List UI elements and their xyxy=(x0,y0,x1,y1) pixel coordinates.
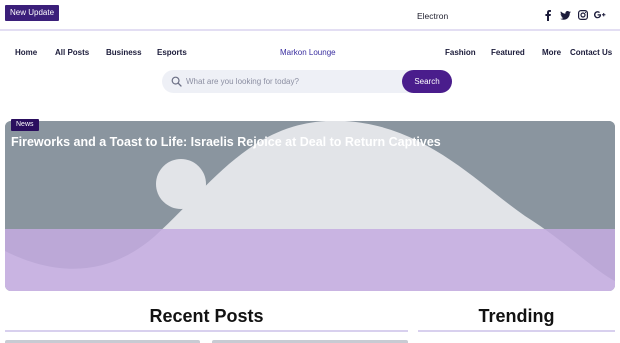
nav-all-posts[interactable]: All Posts xyxy=(55,44,89,62)
nav-more[interactable]: More xyxy=(542,44,561,62)
news-ticker-text[interactable]: Electron xyxy=(417,11,448,21)
hero-caption-overlay xyxy=(5,229,615,291)
new-update-badge[interactable]: New Update xyxy=(5,5,60,21)
site-brand-link[interactable]: Markon Lounge xyxy=(280,44,336,62)
nav-contact-us[interactable]: Contact Us xyxy=(570,44,612,62)
search-input[interactable] xyxy=(186,70,396,93)
facebook-icon[interactable] xyxy=(543,8,553,22)
recent-posts-divider xyxy=(5,330,408,332)
nav-fashion[interactable]: Fashion xyxy=(445,44,476,62)
recent-posts-section: Recent Posts xyxy=(5,304,408,328)
google-plus-icon[interactable] xyxy=(594,8,606,22)
main-nav: Home All Posts Business Esports Markon L… xyxy=(0,44,620,62)
trending-section: Trending xyxy=(418,304,615,328)
recent-posts-heading: Recent Posts xyxy=(149,306,264,326)
hero-category-badge[interactable]: News xyxy=(11,119,39,131)
instagram-icon[interactable] xyxy=(577,8,589,22)
nav-business[interactable]: Business xyxy=(106,44,142,62)
trending-divider xyxy=(418,330,615,332)
top-bar: New Update Electron xyxy=(0,0,620,31)
search-icon xyxy=(171,76,182,87)
trending-heading: Trending xyxy=(478,306,555,326)
twitter-icon[interactable] xyxy=(559,8,572,22)
nav-home[interactable]: Home xyxy=(15,44,37,62)
nav-esports[interactable]: Esports xyxy=(157,44,187,62)
nav-featured[interactable]: Featured xyxy=(491,44,525,62)
hero-post-title[interactable]: Fireworks and a Toast to Life: Israelis … xyxy=(11,135,441,149)
search-button[interactable]: Search xyxy=(402,70,452,93)
search-bar: Search xyxy=(162,70,452,93)
